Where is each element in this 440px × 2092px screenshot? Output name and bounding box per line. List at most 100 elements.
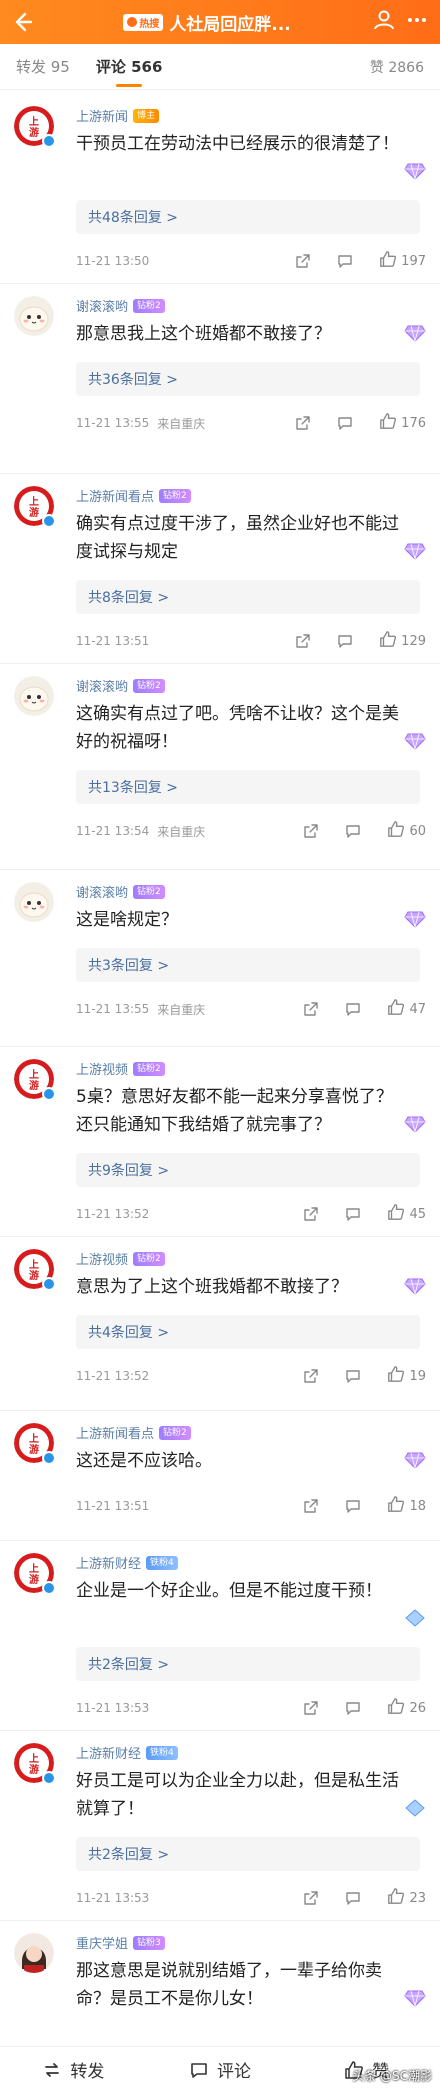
avatar[interactable] xyxy=(14,1933,54,1973)
comment-item[interactable]: 上游 上游新闻看点 钻粉2 确实有点过度干涉了，虽然企业好也不能过度试探与规定共… xyxy=(0,474,440,664)
comment-icon xyxy=(191,2062,207,2078)
comment-item[interactable]: 上游 上游新闻 博主 干预员工在劳动法中已经展示的很清楚了！ 共48条回复 > 1… xyxy=(0,94,440,284)
comment-time: 11-21 13:51 xyxy=(76,634,150,648)
comment-item[interactable]: 上游 上游新财经 铁粉4 好员工是可以为企业全力以赴，但是私生活就算了！ 共2条回… xyxy=(0,1731,440,1921)
comment-text: 好员工是可以为企业全力以赴，但是私生活就算了！ xyxy=(76,1771,399,1819)
view-replies-link[interactable]: 共3条回复 > xyxy=(76,948,420,982)
comment-like-button[interactable]: 19 xyxy=(387,1365,426,1387)
reply-icon[interactable] xyxy=(337,633,353,649)
view-replies-link[interactable]: 共8条回复 > xyxy=(76,580,420,614)
reply-icon[interactable] xyxy=(345,823,361,839)
comment-item[interactable]: 谢滚滚哟 钻粉2 这确实有点过了吧。凭啥不让收？这个是美好的祝福呀！ 共13条回复… xyxy=(0,664,440,870)
svg-text:游: 游 xyxy=(29,1573,39,1586)
avatar[interactable] xyxy=(14,296,54,336)
share-icon[interactable] xyxy=(303,1368,319,1384)
comment-like-button[interactable]: 176 xyxy=(379,412,426,434)
username-text: 重庆学姐 xyxy=(76,1937,129,1952)
fan-badge: 钻粉2 xyxy=(159,488,191,503)
comment-item[interactable]: 谢滚滚哟 钻粉2 那意思我上这个班婚都不敢接了？ 共36条回复 > 11-21 1… xyxy=(0,284,440,474)
share-icon[interactable] xyxy=(295,633,311,649)
repost-button[interactable]: 转发 xyxy=(0,2057,147,2082)
view-replies-link[interactable]: 共2条回复 > xyxy=(76,1837,420,1871)
tab-repost[interactable]: 转发 95 xyxy=(16,56,70,77)
comment-like-count: 23 xyxy=(409,1890,426,1906)
comment-like-button[interactable]: 129 xyxy=(379,630,426,652)
comment-like-button[interactable]: 47 xyxy=(387,998,426,1020)
header-title-area[interactable]: 热搜 人社局回应胖... xyxy=(44,10,370,35)
comment-username[interactable]: 上游新闻看点 钻粉2 xyxy=(76,1423,191,1442)
share-icon[interactable] xyxy=(303,1890,319,1906)
more-options-icon[interactable] xyxy=(406,9,428,35)
view-replies-link[interactable]: 共9条回复 > xyxy=(76,1153,420,1187)
tabs-bar: 转发 95 评论 566 赞 2866 xyxy=(0,44,440,90)
svg-text:游: 游 xyxy=(29,1269,39,1282)
view-replies-link[interactable]: 共4条回复 > xyxy=(76,1315,420,1349)
comment-like-button[interactable]: 197 xyxy=(379,250,426,272)
comment-username[interactable]: 上游视频 钻粉2 xyxy=(76,1249,165,1268)
reply-icon[interactable] xyxy=(345,1498,361,1514)
comment-like-button[interactable]: 60 xyxy=(387,820,426,842)
comment-username[interactable]: 上游视频 钻粉2 xyxy=(76,1059,165,1078)
comment-meta: 11-21 13:50 197 xyxy=(76,250,426,272)
avatar[interactable] xyxy=(14,882,54,922)
fan-badge: 铁粉4 xyxy=(146,1555,178,1570)
reply-icon[interactable] xyxy=(345,1700,361,1716)
comment-username[interactable]: 上游新财经 铁粉4 xyxy=(76,1743,178,1762)
hot-label: 热搜 xyxy=(139,18,160,30)
view-replies-link[interactable]: 共2条回复 > xyxy=(76,1647,420,1681)
tab-likes[interactable]: 赞 2866 xyxy=(370,57,424,77)
share-icon[interactable] xyxy=(295,415,311,431)
reply-icon[interactable] xyxy=(337,415,353,431)
fan-badge: 钻粉2 xyxy=(133,678,165,693)
comment-text: 那意思我上这个班婚都不敢接了？ xyxy=(76,324,331,344)
reply-icon[interactable] xyxy=(337,253,353,269)
view-replies-link[interactable]: 共48条回复 > xyxy=(76,200,420,234)
comment-like-button[interactable]: 45 xyxy=(387,1203,426,1225)
comment-username[interactable]: 上游新财经 铁粉4 xyxy=(76,1553,178,1572)
comment-username[interactable]: 谢滚滚哟 钻粉2 xyxy=(76,676,165,695)
comment-username[interactable]: 谢滚滚哟 钻粉2 xyxy=(76,296,165,315)
comment-text: 这确实有点过了吧。凭啥不让收？这个是美好的祝福呀！ xyxy=(76,704,399,752)
reply-icon[interactable] xyxy=(345,1368,361,1384)
comment-item[interactable]: 上游 上游新闻看点 钻粉2 这还是不应该哈。 11-21 13:51 18 xyxy=(0,1411,440,1541)
share-icon[interactable] xyxy=(295,253,311,269)
verified-icon xyxy=(42,514,56,528)
comment-like-button[interactable]: 18 xyxy=(387,1495,426,1517)
back-arrow-icon[interactable] xyxy=(0,0,44,44)
comment-text: 干预员工在劳动法中已经展示的很清楚了！ xyxy=(76,134,399,154)
reply-icon[interactable] xyxy=(345,1001,361,1017)
gem-icon xyxy=(404,910,426,929)
user-profile-icon[interactable] xyxy=(372,8,396,36)
comment-username[interactable]: 上游新闻 博主 xyxy=(76,106,160,125)
reply-icon[interactable] xyxy=(345,1206,361,1222)
share-icon[interactable] xyxy=(303,1498,319,1514)
comment-like-button[interactable]: 26 xyxy=(387,1697,426,1719)
comment-username[interactable]: 上游新闻看点 钻粉2 xyxy=(76,486,191,505)
comment-username[interactable]: 谢滚滚哟 钻粉2 xyxy=(76,882,165,901)
svg-text:上: 上 xyxy=(29,1258,39,1271)
share-icon[interactable] xyxy=(303,1700,319,1716)
gem-icon xyxy=(404,1799,426,1817)
comment-item[interactable]: 谢滚滚哟 钻粉2 这是啥规定？ 共3条回复 > 11-21 13:55 来自重庆 xyxy=(0,870,440,1047)
username-text: 谢滚滚哟 xyxy=(76,680,129,695)
username-text: 谢滚滚哟 xyxy=(76,300,129,315)
comment-item[interactable]: 上游 上游新财经 铁粉4 企业是一个好企业。但是不能过度干预！ 共2条回复 > 1… xyxy=(0,1541,440,1731)
username-text: 上游视频 xyxy=(76,1253,129,1268)
share-icon[interactable] xyxy=(303,823,319,839)
share-icon[interactable] xyxy=(303,1001,319,1017)
fan-badge: 钻粉3 xyxy=(133,1935,165,1950)
comment-button[interactable]: 评论 xyxy=(147,2057,294,2082)
tab-comments[interactable]: 评论 566 xyxy=(96,56,162,87)
view-replies-link[interactable]: 共13条回复 > xyxy=(76,770,420,804)
share-icon[interactable] xyxy=(303,1206,319,1222)
view-replies-link[interactable]: 共36条回复 > xyxy=(76,362,420,396)
comment-like-button[interactable]: 23 xyxy=(387,1887,426,1909)
username-text: 谢滚滚哟 xyxy=(76,886,129,901)
comment-item[interactable]: 上游 上游视频 钻粉2 5桌？意思好友都不能一起来分享喜悦了？还只能通知下我结婚… xyxy=(0,1047,440,1237)
fan-badge: 钻粉2 xyxy=(133,1251,165,1266)
avatar[interactable] xyxy=(14,676,54,716)
comment-like-count: 26 xyxy=(409,1700,426,1716)
comment-username[interactable]: 重庆学姐 钻粉3 xyxy=(76,1933,165,1952)
comment-item[interactable]: 上游 上游视频 钻粉2 意思为了上这个班我婚都不敢接了？ 共4条回复 > 11-2… xyxy=(0,1237,440,1411)
reply-icon[interactable] xyxy=(345,1890,361,1906)
